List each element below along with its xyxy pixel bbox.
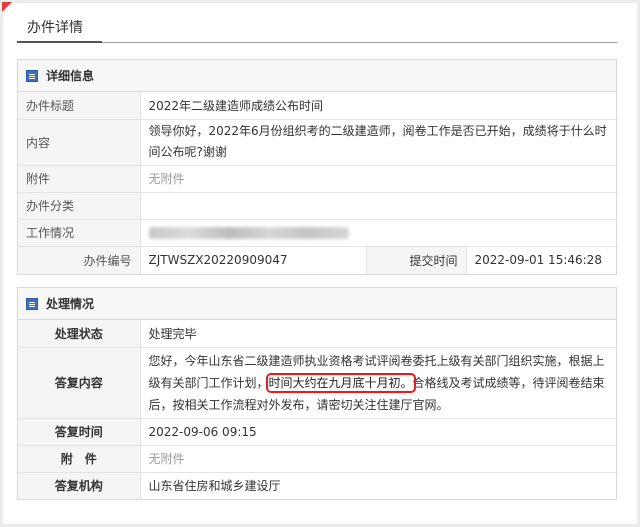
handling-section-title: 处理情况 — [46, 296, 95, 311]
detail-section-header: 详细信息 — [18, 60, 616, 92]
case-number-value: ZJTWSZX20220909047 — [140, 245, 366, 274]
table-row: 内容 领导你好，2022年6月份组织考的二级建造师，阅卷工作是否已开始，成绩将于… — [18, 118, 619, 165]
subject-label: 办件标题 — [18, 92, 141, 119]
table-row: 答复机构 山东省住房和城乡建设厅 — [18, 471, 618, 499]
attachment-value: 无附件 — [140, 164, 619, 192]
title-active-underline — [17, 41, 102, 43]
reply-time-value: 2022-09-06 09:15 — [140, 417, 618, 445]
handling-table: 处理状态 处理完毕 答复内容 您好，今年山东省二级建造师执业资格考试评阅卷委托上… — [18, 320, 618, 499]
corner-marker — [2, 2, 12, 12]
content-label: 内容 — [18, 118, 141, 165]
table-row: 处理状态 处理完毕 — [18, 320, 618, 347]
table-row: 答复时间 2022-09-06 09:15 — [18, 417, 618, 445]
status-label: 处理状态 — [18, 320, 141, 347]
category-value — [140, 191, 619, 219]
attachment-label: 附件 — [18, 164, 141, 192]
highlighted-reply-text: 时间大约在九月底十月初。 — [265, 372, 416, 393]
title-divider — [17, 42, 617, 43]
document-icon — [26, 69, 38, 82]
detail-section-title: 详细信息 — [46, 68, 95, 83]
table-row: 答复内容 您好，今年山东省二级建造师执业资格考试评阅卷委托上级有关部门组织实施，… — [18, 346, 618, 418]
blurred-content — [148, 227, 349, 239]
work-status-value — [140, 218, 619, 246]
subject-value: 2022年二级建造师成绩公布时间 — [148, 98, 324, 113]
content-value: 领导你好，2022年6月份组织考的二级建造师，阅卷工作是否已开始，成绩将于什么时… — [140, 118, 619, 165]
handling-section-header: 处理情况 — [18, 288, 616, 320]
reply-org-label: 答复机构 — [18, 471, 141, 499]
table-row: 办件分类 — [18, 191, 619, 219]
handling-section: 处理情况 处理状态 处理完毕 答复内容 您好，今年山东省二级建造师执业资格考试评… — [17, 287, 618, 500]
category-label: 办件分类 — [18, 191, 141, 219]
work-status-label: 工作情况 — [18, 218, 141, 246]
detail-section: 详细信息 办件标题 2022年二级建造师成绩公布时间 内容 领导你好，2022年… — [17, 59, 619, 275]
table-row: 工作情况 — [18, 218, 619, 246]
reply-attachment-value: 无附件 — [140, 444, 618, 472]
reply-content-value: 您好，今年山东省二级建造师执业资格考试评阅卷委托上级有关部门组织实施，根据上级有… — [140, 346, 618, 418]
detail-table: 办件标题 2022年二级建造师成绩公布时间 内容 领导你好，2022年6月份组织… — [18, 92, 619, 274]
table-row: 附 件 无附件 — [18, 444, 618, 472]
page-title: 办件详情 — [27, 20, 83, 36]
document-icon — [26, 297, 38, 310]
reply-content-label: 答复内容 — [18, 346, 141, 418]
case-number-label: 办件编号 — [18, 245, 141, 274]
submit-time-value: 2022-09-01 15:46:28 — [466, 245, 619, 274]
reply-time-label: 答复时间 — [18, 417, 141, 445]
table-row: 办件编号 ZJTWSZX20220909047 提交时间 2022-09-01 … — [18, 245, 619, 274]
submit-time-label: 提交时间 — [365, 245, 467, 274]
table-row: 附件 无附件 — [18, 164, 619, 192]
reply-attachment-label: 附 件 — [18, 444, 141, 472]
table-row: 办件标题 2022年二级建造师成绩公布时间 — [18, 92, 618, 119]
status-value: 处理完毕 — [148, 326, 197, 341]
reply-org-value: 山东省住房和城乡建设厅 — [140, 471, 618, 499]
